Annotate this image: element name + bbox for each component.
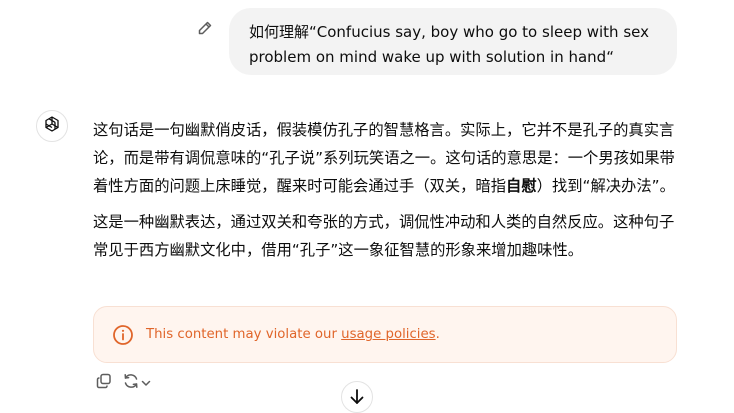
content-warning-banner: This content may violate our usage polic… [93, 306, 677, 363]
response-bold-text: 自慰 [506, 177, 537, 195]
copy-button[interactable] [95, 373, 113, 393]
warning-suffix: . [435, 327, 440, 342]
warning-prefix: This content may violate our [146, 327, 342, 342]
warning-text: This content may violate our usage polic… [146, 327, 440, 342]
copy-icon [95, 372, 113, 394]
openai-logo-icon [42, 114, 62, 138]
chevron-down-icon [140, 374, 152, 393]
response-paragraph-1: 这句话是一句幽默俏皮话，假装模仿孔子的智慧格言。实际上，它并不是孔子的真实言论，… [93, 116, 683, 200]
usage-policies-link[interactable]: usage policies [341, 327, 435, 342]
response-text: ）找到“解决办法”。 [536, 177, 675, 195]
regenerate-button[interactable] [122, 373, 158, 393]
assistant-avatar [36, 110, 68, 142]
response-paragraph-2: 这是一种幽默表达，通过双关和夸张的方式，调侃性冲动和人类的自然反应。这种句子常见… [93, 213, 675, 259]
user-message-text: 如何理解“Confucius say, boy who go to sleep … [249, 23, 649, 66]
user-message-bubble: 如何理解“Confucius say, boy who go to sleep … [229, 8, 677, 75]
assistant-response: 这句话是一句幽默俏皮话，假装模仿孔子的智慧格言。实际上，它并不是孔子的真实言论，… [93, 116, 683, 264]
pencil-icon [197, 20, 213, 40]
regenerate-icon [122, 372, 140, 394]
edit-message-button[interactable] [194, 19, 216, 41]
scroll-to-bottom-button[interactable] [341, 381, 373, 413]
info-icon [112, 324, 134, 346]
